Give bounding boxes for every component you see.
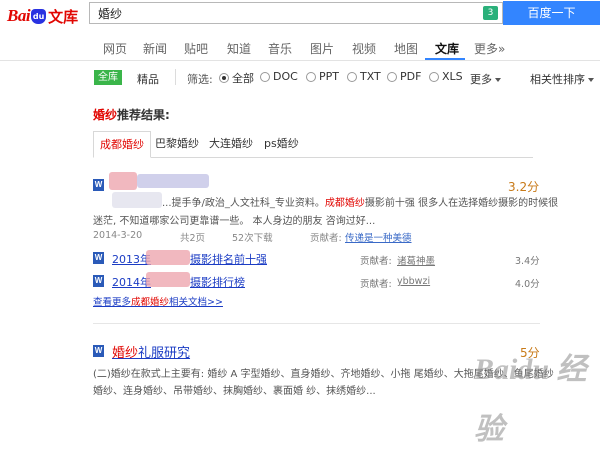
word-doc-icon: W [93, 275, 104, 287]
recommend-tab[interactable]: 成都婚纱 [93, 131, 151, 158]
recommend-keyword: 婚纱 [93, 108, 118, 122]
format-label: DOC [273, 70, 298, 83]
radio-icon [260, 71, 270, 82]
result-date: 2014-3-20 [93, 230, 143, 241]
contributor-link[interactable]: ybbwzi [397, 276, 430, 287]
format-radio-ppt[interactable]: PPT [306, 70, 339, 83]
filter-divider [175, 69, 176, 85]
sub-doc-link[interactable]: 摄影排行榜 [190, 274, 245, 290]
sort-dropdown[interactable]: 相关性排序 [530, 71, 594, 87]
result-title-link[interactable]: 婚纱礼服研究 [112, 342, 190, 361]
logo-bai-text: Bai [7, 6, 31, 25]
more-filter-dropdown[interactable]: 更多 [470, 71, 501, 87]
search-count-badge: 3 [483, 6, 498, 20]
tab-images[interactable]: 图片 [310, 40, 334, 57]
logo-wenku-text: 文库 [48, 7, 79, 26]
more-docs-keyword: 成都婚纱 [131, 297, 170, 308]
sub-doc-score: 4.0分 [515, 279, 540, 290]
tab-news[interactable]: 新闻 [143, 40, 167, 57]
baidu-wenku-logo[interactable]: Bai du 文库 [7, 4, 78, 28]
tab-tieba[interactable]: 贴吧 [184, 40, 208, 57]
word-doc-icon: W [93, 179, 104, 191]
active-tab-underline [425, 58, 465, 60]
blurred-title [137, 174, 209, 188]
result-divider [93, 323, 540, 324]
sub-doc-score: 3.4分 [515, 256, 540, 267]
result-snippet-line: ...提手争/政治_人文社科_专业资料。成都婚纱摄影前十强 很多人在选择婚纱摄影… [162, 194, 558, 209]
featured-button[interactable]: 精品 [137, 71, 159, 87]
recommend-tab[interactable]: 大连婚纱 [203, 131, 259, 158]
word-doc-icon: W [93, 345, 104, 357]
tab-map[interactable]: 地图 [394, 40, 418, 57]
result-downloads: 52次下载 [232, 233, 273, 244]
more-docs-text: 查看更多 [93, 297, 132, 308]
more-docs-text: 相关文档>> [169, 297, 223, 308]
format-label: TXT [360, 70, 381, 83]
recommend-tab[interactable]: ps婚纱 [258, 131, 305, 158]
search-button[interactable]: 百度一下 [503, 1, 600, 25]
contributor-link[interactable]: 传递是一种美德 [345, 230, 412, 244]
contributor-label: 贡献者: [360, 256, 392, 267]
result-pages: 共2页 [180, 233, 206, 244]
result-snippet-line: 婚纱、连身婚纱、吊带婚纱、抹胸婚纱、裹面婚 纱、抹绣婚纱... [93, 386, 376, 397]
radio-icon [429, 71, 439, 82]
filter-bar: 全库 精品 筛选: 全部 DOC PPT TXT PDF XLS 更多 相关性排… [0, 61, 600, 94]
recommend-tab[interactable]: 巴黎婚纱 [149, 131, 205, 158]
radio-icon [306, 71, 316, 82]
search-input[interactable] [90, 3, 470, 23]
word-doc-icon: W [93, 252, 104, 264]
top-header: Bai du 文库 3 百度一下 [0, 0, 600, 33]
contributor-link[interactable]: 诸葛神墨 [397, 253, 435, 267]
blurred-text [112, 192, 162, 208]
chevron-down-icon [588, 78, 594, 82]
radio-icon [387, 71, 397, 82]
format-radio-txt[interactable]: TXT [347, 70, 381, 83]
recommend-title: 婚纱推荐结果: [93, 106, 170, 123]
tab-zhidao[interactable]: 知道 [227, 40, 251, 57]
snippet-keyword: 成都婚纱 [324, 198, 365, 209]
snippet-text: 摄影前十强 很多人在选择婚纱摄影的时候很 [364, 198, 559, 209]
format-label: PDF [400, 70, 422, 83]
radio-selected-icon [219, 73, 229, 83]
sort-label: 相关性排序 [530, 73, 585, 86]
more-filter-label: 更多 [470, 73, 492, 86]
contributor-label: 贡献者: [310, 233, 342, 244]
tab-more[interactable]: 更多» [474, 40, 505, 57]
logo-paw-icon: du [31, 8, 47, 24]
format-radio-doc[interactable]: DOC [260, 70, 298, 83]
title-text: 礼服研究 [138, 346, 191, 361]
format-radio-pdf[interactable]: PDF [387, 70, 421, 83]
snippet-text: ...提手争/政治_人文社科_专业资料。 [162, 198, 325, 209]
filter-label: 筛选: [187, 73, 213, 86]
radio-icon [347, 71, 357, 82]
sub-doc-link[interactable]: 摄影排名前十强 [190, 251, 267, 267]
title-keyword: 婚纱 [112, 346, 139, 361]
blurred-title [109, 172, 137, 190]
format-radio-xls[interactable]: XLS [429, 70, 463, 83]
category-nav: 网页 新闻 贴吧 知道 音乐 图片 视频 地图 文库 更多» [0, 33, 600, 61]
format-label: XLS [442, 70, 463, 83]
recommend-title-suffix: 推荐结果: [117, 108, 170, 122]
contributor-label: 贡献者: [360, 279, 392, 290]
tab-web[interactable]: 网页 [103, 40, 127, 57]
result-score: 3.2分 [508, 180, 540, 194]
recommend-tabs: 成都婚纱 巴黎婚纱 大连婚纱 ps婚纱 [93, 131, 533, 158]
search-box[interactable]: 3 [89, 2, 503, 24]
tab-video[interactable]: 视频 [352, 40, 376, 57]
blurred-keyword [146, 250, 190, 265]
blurred-keyword [146, 272, 190, 287]
format-label: PPT [319, 70, 339, 83]
chevron-down-icon [495, 78, 501, 82]
format-radio-all[interactable]: 全部 [219, 70, 254, 86]
all-library-button[interactable]: 全库 [94, 70, 122, 85]
tab-wenku[interactable]: 文库 [435, 40, 459, 57]
more-related-docs-link[interactable]: 查看更多成都婚纱相关文档>> [93, 294, 223, 308]
baidu-jingyan-watermark: Baidu 经验 [474, 353, 587, 446]
tab-music[interactable]: 音乐 [268, 40, 292, 57]
result-snippet-line: 迷茫, 不知道哪家公司更靠谱一些。 本人身边的朋友 咨询过好... [93, 216, 376, 227]
format-label: 全部 [232, 72, 254, 85]
